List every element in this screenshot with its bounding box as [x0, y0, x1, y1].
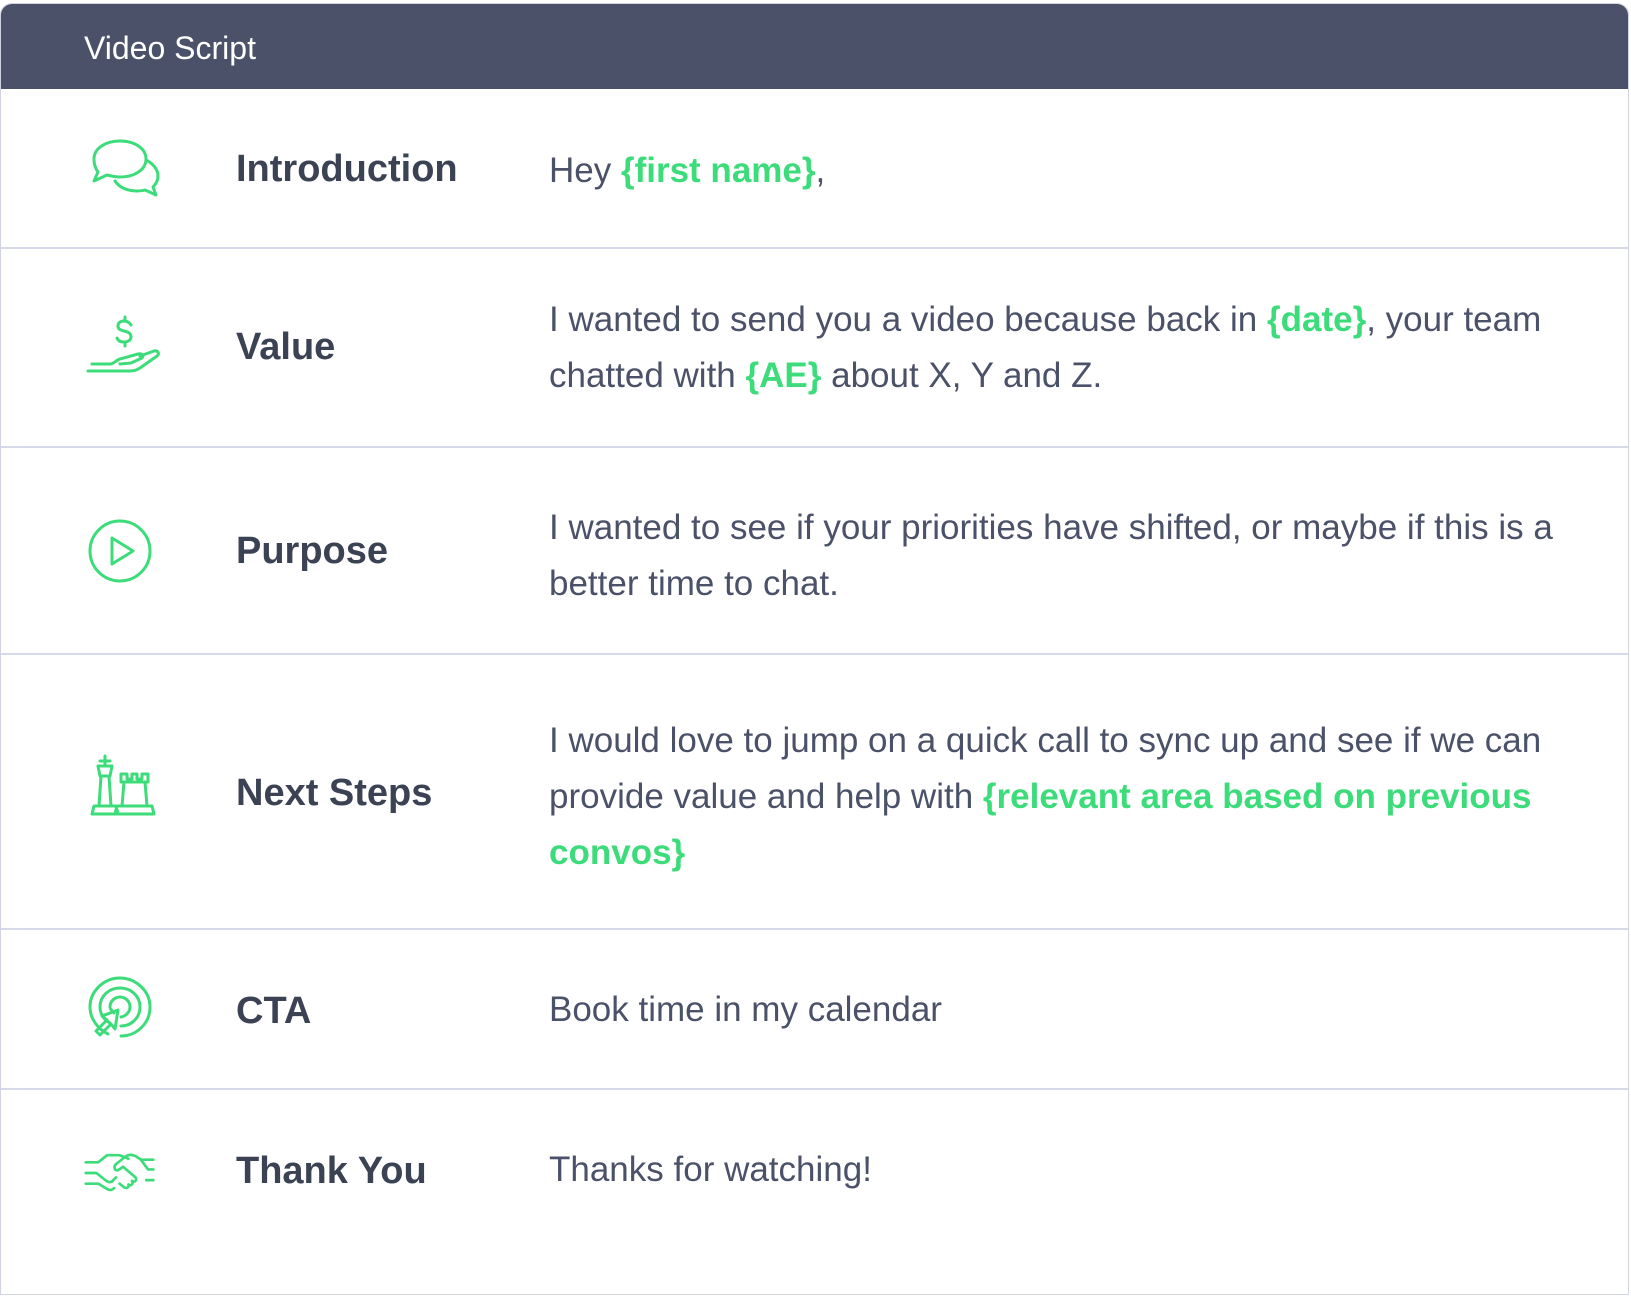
row-script-text: Book time in my calendar	[549, 982, 1589, 1038]
placeholder-token: {first name}	[620, 151, 816, 190]
chat-bubbles-icon	[84, 131, 164, 211]
script-row-thank-you: Thank You Thanks for watching!	[1, 1090, 1628, 1294]
script-segment: about X, Y and Z.	[821, 356, 1103, 395]
script-row-purpose: Purpose I wanted to see if your prioriti…	[1, 448, 1628, 655]
hand-dollar-icon	[84, 307, 164, 387]
table-title: Video Script	[84, 30, 256, 66]
row-script-text: Thanks for watching!	[549, 1142, 1589, 1198]
placeholder-token: {date}	[1266, 300, 1367, 339]
play-circle-icon	[84, 511, 164, 591]
row-script-text: I wanted to send you a video because bac…	[549, 292, 1589, 404]
script-row-cta: CTA Book time in my calendar	[1, 930, 1628, 1090]
script-row-value: Value I wanted to send you a video becau…	[1, 249, 1628, 448]
script-segment: I wanted to send you a video because bac…	[549, 300, 1267, 339]
row-label: Value	[236, 326, 336, 368]
script-segment: ,	[815, 151, 826, 190]
row-label: Purpose	[236, 530, 389, 572]
row-script-text: Hey {first name},	[549, 143, 1589, 199]
script-segment: I wanted to see if your priorities have …	[549, 508, 1553, 603]
placeholder-token: {AE}	[745, 356, 822, 395]
video-script-card: Video Script Introduction Hey {first nam…	[0, 3, 1629, 1295]
row-script-text: I would love to jump on a quick call to …	[549, 713, 1589, 881]
script-segment: Thanks for watching!	[549, 1150, 872, 1189]
row-label: CTA	[236, 990, 312, 1032]
table-header: Video Script	[1, 4, 1628, 89]
script-segment: Hey	[549, 151, 621, 190]
script-row-introduction: Introduction Hey {first name},	[1, 89, 1628, 249]
handshake-icon	[84, 1133, 164, 1213]
target-cursor-icon	[84, 970, 164, 1050]
row-script-text: I wanted to see if your priorities have …	[549, 500, 1589, 612]
row-label: Next Steps	[236, 772, 433, 814]
script-segment: Book time in my calendar	[549, 990, 942, 1029]
chess-pieces-icon	[84, 752, 164, 832]
row-label: Introduction	[236, 148, 458, 190]
row-label: Thank You	[236, 1150, 427, 1192]
script-row-next-steps: Next Steps I would love to jump on a qui…	[1, 655, 1628, 930]
